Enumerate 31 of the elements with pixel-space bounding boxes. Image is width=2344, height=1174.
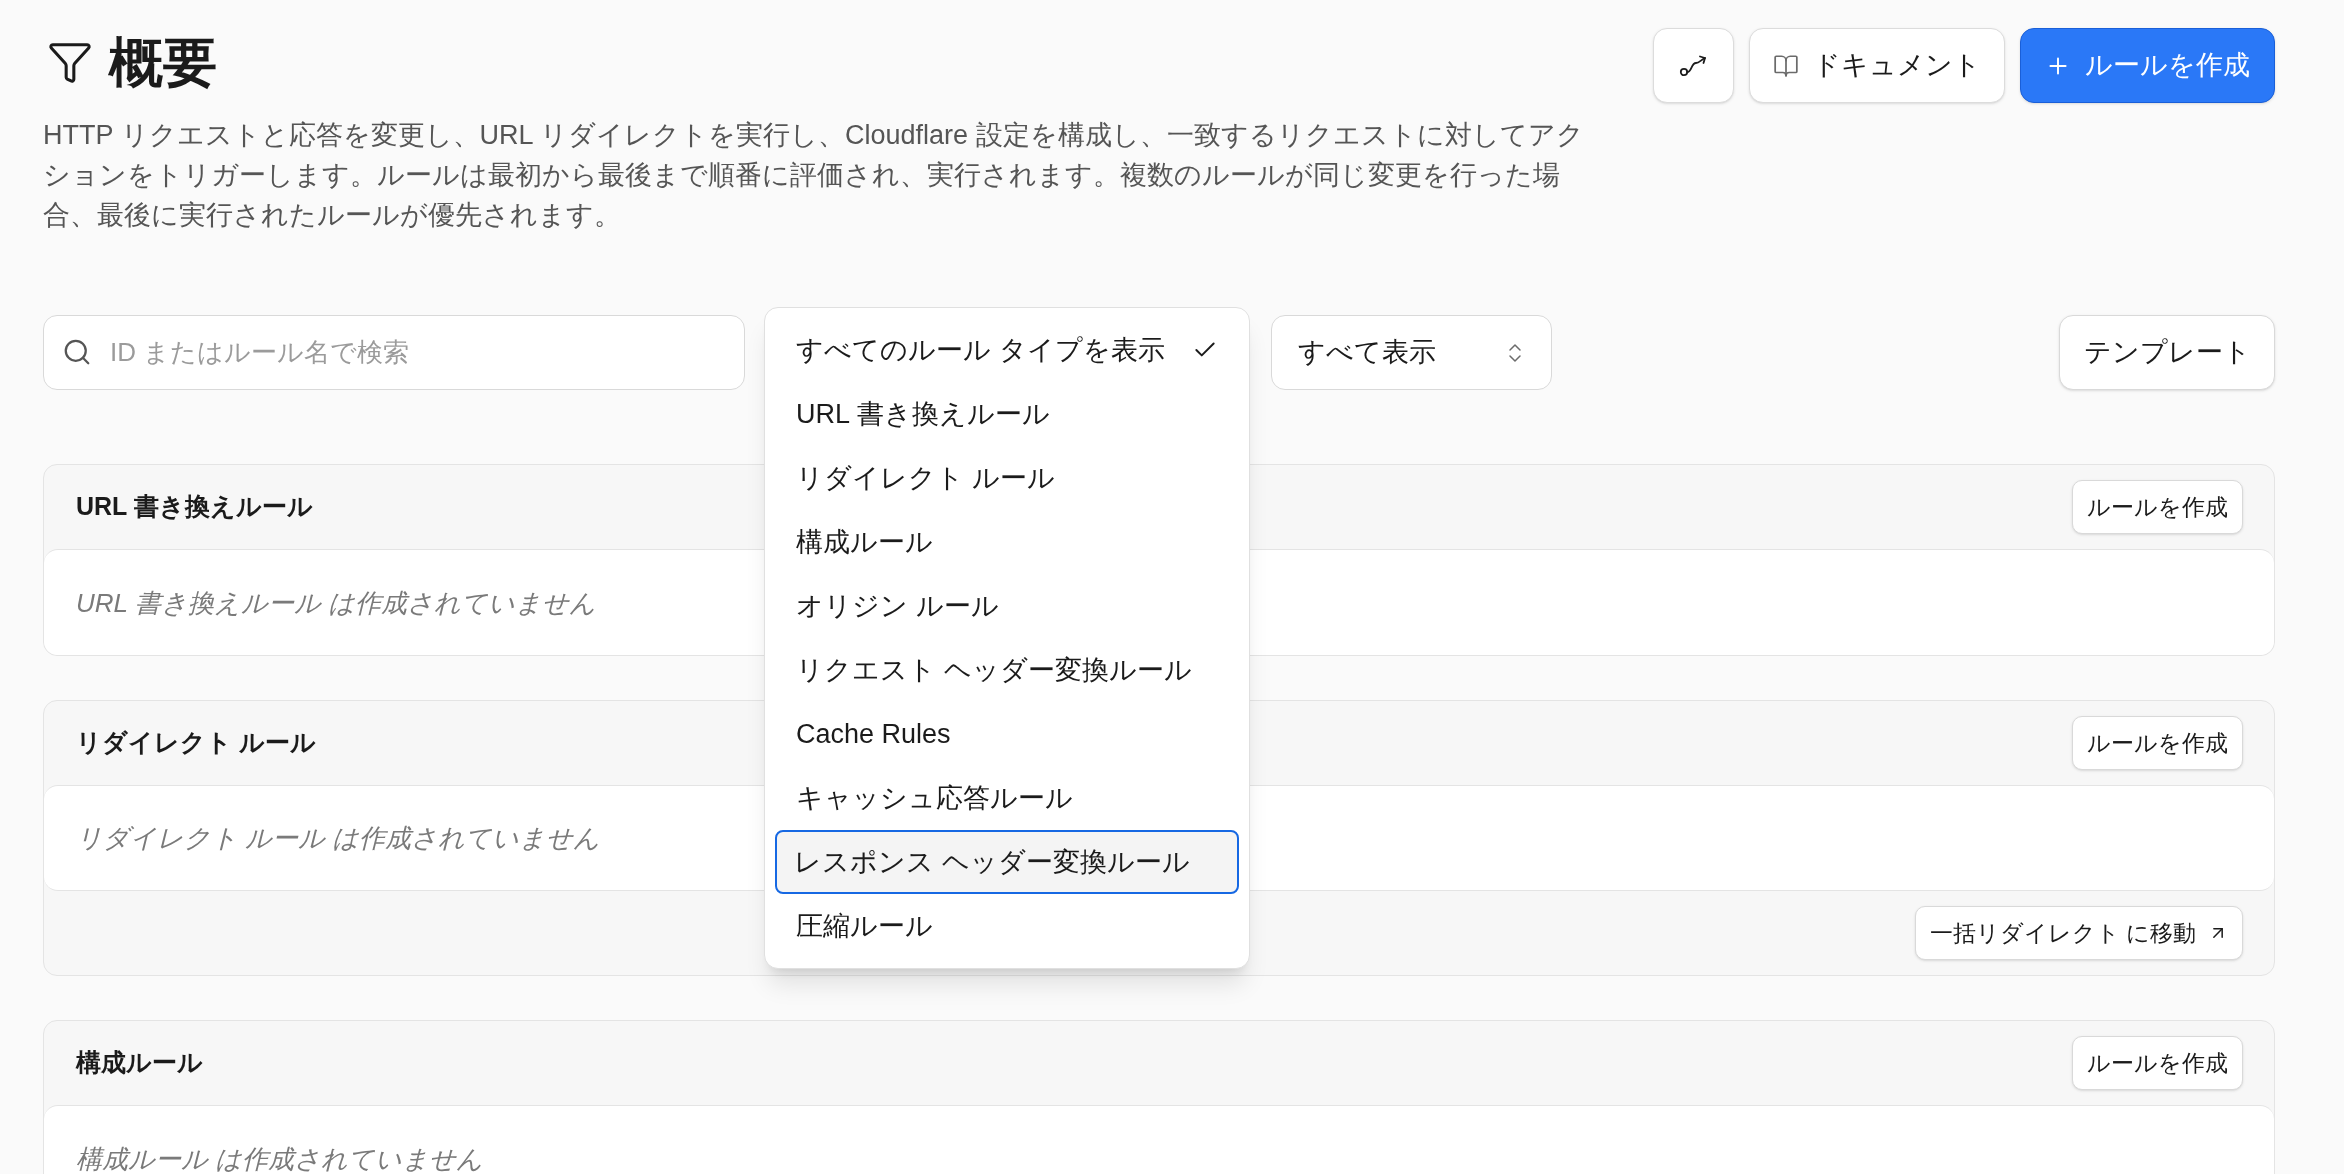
create-rule-button[interactable]: ルールを作成 — [2072, 480, 2243, 534]
menu-option[interactable]: すべてのルール タイプを表示 — [775, 318, 1239, 382]
curve-arrow-icon — [1678, 53, 1709, 78]
menu-option[interactable]: リダイレクト ルール — [775, 446, 1239, 510]
book-icon — [1773, 52, 1799, 79]
curve-arrow-button[interactable] — [1653, 28, 1734, 103]
section-title: 構成ルール — [76, 1047, 203, 1079]
menu-option[interactable]: Cache Rules — [775, 702, 1239, 766]
search-icon — [62, 337, 92, 367]
documentation-button[interactable]: ドキュメント — [1749, 28, 2005, 103]
status-select[interactable]: すべて表示 — [1271, 315, 1552, 390]
page-title: 概要 — [109, 34, 217, 89]
create-rule-button[interactable]: ルールを作成 — [2072, 1036, 2243, 1090]
menu-option[interactable]: URL 書き換えルール — [775, 382, 1239, 446]
menu-option[interactable]: オリジン ルール — [775, 574, 1239, 638]
menu-option[interactable]: 圧縮ルール — [775, 894, 1239, 958]
empty-message: 構成ルール は作成されていません — [76, 1144, 484, 1173]
section-title: リダイレクト ルール — [76, 727, 316, 759]
menu-option[interactable]: 構成ルール — [775, 510, 1239, 574]
bulk-redirect-link[interactable]: 一括リダイレクト に移動 — [1914, 906, 2243, 960]
menu-option[interactable]: リクエスト ヘッダー変換ルール — [775, 638, 1239, 702]
search-field[interactable]: ID またはルール名で検索 — [43, 315, 745, 390]
create-rule-button[interactable]: ルールを作成 — [2020, 28, 2275, 103]
page-description: HTTP リクエストと応答を変更し、URL リダイレクトを実行し、Cloudflare 設定を構成し、一致するリクエストに対してアクションをトリガーします。ルールは最初から最後まで順番に評価され、実行されます。複数のルールが同じ変更を行った場合、最後に実行されたルールが優先されます。 — [43, 119, 1585, 232]
create-rule-button[interactable]: ルールを作成 — [2072, 716, 2243, 770]
empty-message: リダイレクト ルール は作成されていません — [76, 824, 601, 852]
menu-option[interactable]: キャッシュ応答ルール — [775, 766, 1239, 830]
menu-option[interactable]: レスポンス ヘッダー変換ルール — [775, 830, 1239, 894]
empty-message: URL 書き換えルール は作成されていません — [76, 588, 596, 617]
section-title: URL 書き換えルール — [76, 491, 313, 523]
template-button[interactable]: テンプレート — [2059, 315, 2275, 390]
